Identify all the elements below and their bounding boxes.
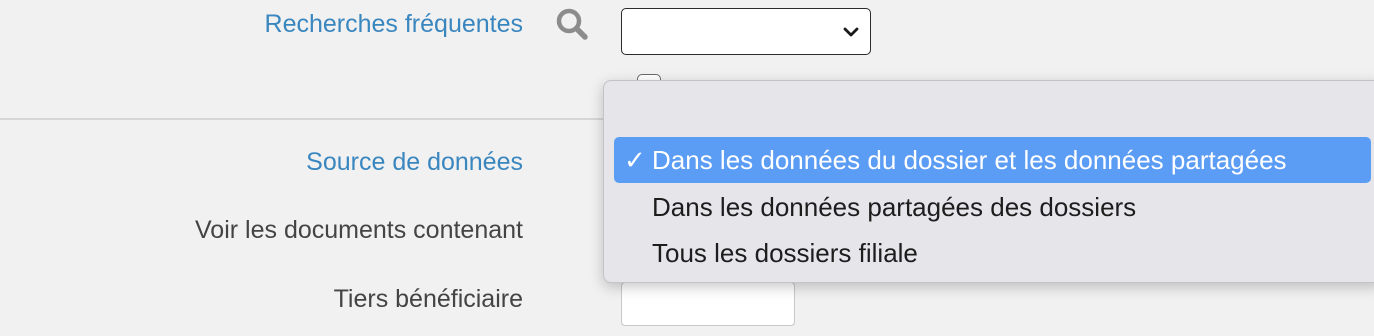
data-source-label[interactable]: Source de données	[306, 147, 523, 177]
check-icon: ✓	[624, 145, 646, 175]
section-divider	[0, 118, 620, 120]
dropdown-option-label: Tous les dossiers filiale	[652, 238, 918, 268]
dropdown-option-label: Dans les données partagées des dossiers	[652, 192, 1137, 222]
beneficiary-label: Tiers bénéficiaire	[333, 285, 523, 313]
frequent-searches-select[interactable]	[621, 8, 871, 55]
view-documents-label: Voir les documents contenant	[195, 216, 523, 244]
search-icon[interactable]	[555, 7, 589, 41]
beneficiary-input[interactable]	[621, 282, 795, 326]
dropdown-option-all-subsidiaries[interactable]: Tous les dossiers filiale	[614, 230, 918, 276]
frequent-searches-label[interactable]: Recherches fréquentes	[265, 9, 523, 39]
chevron-down-icon	[843, 27, 859, 37]
data-source-dropdown-menu[interactable]: ✓ Dans les données du dossier et les donn…	[603, 80, 1374, 283]
dropdown-option-label: Dans les données du dossier et les donné…	[652, 145, 1287, 175]
dropdown-option-shared-folders[interactable]: Dans les données partagées des dossiers	[614, 184, 1136, 230]
dropdown-option-shared-and-folder[interactable]: ✓ Dans les données du dossier et les donn…	[614, 137, 1371, 183]
